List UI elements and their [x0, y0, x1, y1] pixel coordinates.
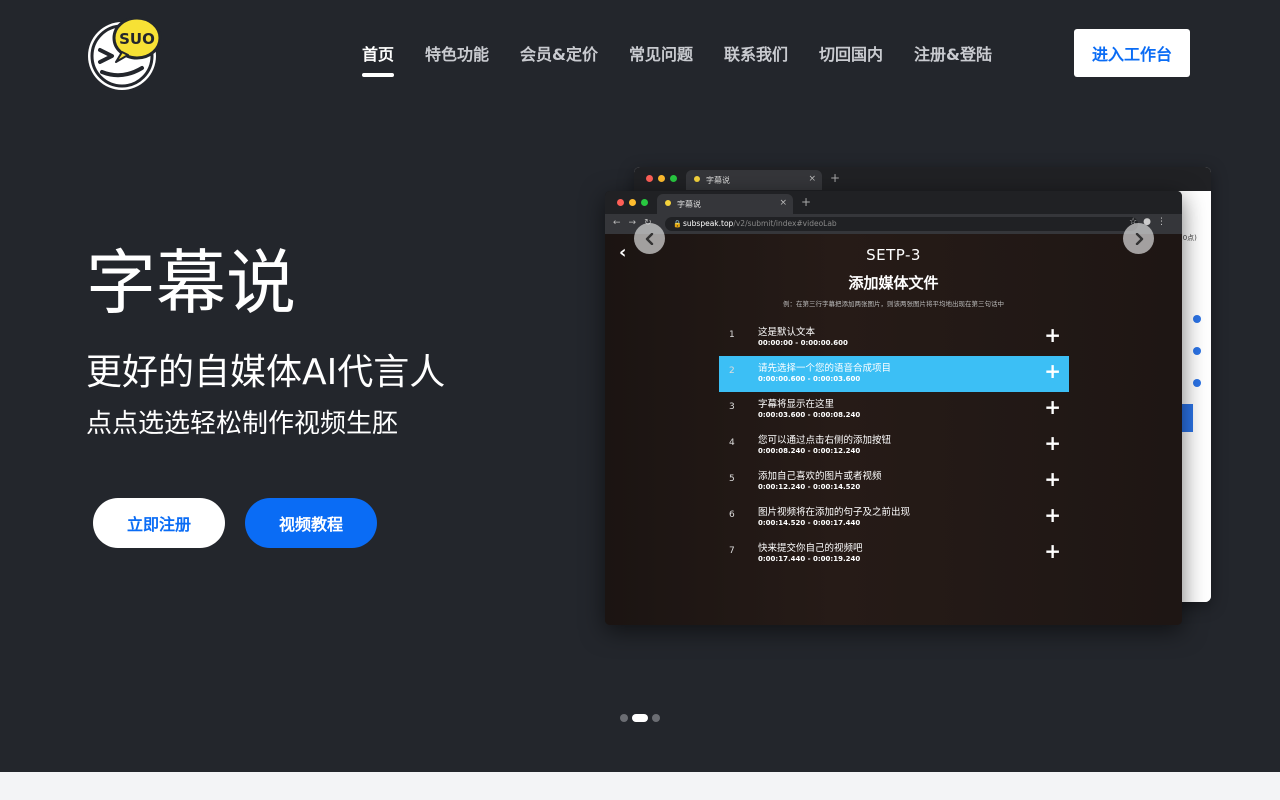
subtitle-index: 7 [729, 546, 735, 556]
back-blue-button [1181, 404, 1193, 432]
subtitle-time: 0:00:17.440 - 0:00:19.240 [758, 555, 861, 563]
subtitle-text: 您可以通过点击右侧的添加按钮 [758, 435, 892, 446]
carousel-dot[interactable] [632, 714, 648, 722]
address-bar: ←→↻ 🔒 subspeak.top/v2/submit/index#video… [605, 214, 1182, 234]
chevron-right-icon [1135, 232, 1143, 245]
close-dot-icon [646, 175, 653, 182]
subtitle-index: 3 [729, 402, 735, 412]
logo-text: SUO [119, 30, 155, 48]
subtitle-row: 5 添加自己喜欢的图片或者视频 0:00:12.240 - 0:00:14.520 + [719, 464, 1069, 500]
nav-item[interactable]: 常见问题 [629, 41, 693, 65]
subtitle-row: 3 字幕将显示在这里 0:00:03.600 - 0:00:08.240 + [719, 392, 1069, 428]
add-media-icon: + [1044, 539, 1061, 563]
subtitle-text: 添加自己喜欢的图片或者视频 [758, 471, 882, 482]
favicon-icon [694, 176, 700, 182]
step-content: ‹ SETP-3 添加媒体文件 例：在第三行字幕把添加两张图片，则该两张图片将平… [605, 234, 1182, 625]
browser-tab: 字幕说 × [657, 194, 793, 214]
add-media-icon: + [1044, 323, 1061, 347]
carousel-prev-button[interactable] [634, 223, 665, 254]
next-section-strip [0, 772, 1280, 800]
new-tab-icon: + [801, 195, 812, 209]
subtitle-text: 字幕将显示在这里 [758, 399, 835, 410]
subtitle-row: 2 请先选择一个您的语音合成项目 0:00:00.600 - 0:00:03.600… [719, 356, 1069, 392]
step-tip: 例：在第三行字幕把添加两张图片，则该两张图片将平均地出现在第三句话中 [783, 300, 1004, 308]
video-tutorial-button[interactable]: 视频教程 [245, 498, 377, 548]
hero-subtitle: 更好的自媒体AI代言人 [86, 352, 446, 393]
back-tab-bar: 字幕说 × + [634, 167, 1211, 191]
subtitle-time: 0:00:12.240 - 0:00:14.520 [758, 483, 861, 491]
close-tab-icon: × [779, 198, 787, 208]
nav-item[interactable]: 注册&登陆 [914, 41, 992, 65]
nav-item[interactable]: 联系我们 [724, 41, 788, 65]
minimize-dot-icon [629, 199, 636, 206]
subtitle-text: 图片视频将在添加的句子及之前出现 [758, 507, 911, 518]
subtitle-time: 00:00:00 - 0:00:00.600 [758, 339, 848, 347]
front-browser-screenshot: 字幕说 × + ←→↻ 🔒 subspeak.top/v2/submit/ind… [605, 191, 1182, 625]
step-label: SETP-3 [866, 246, 921, 264]
subtitle-text: 这是默认文本 [758, 327, 816, 338]
add-media-icon: + [1044, 503, 1061, 527]
logo[interactable]: SUO [86, 16, 162, 90]
subtitle-time: 0:00:03.600 - 0:00:08.240 [758, 411, 861, 419]
url-field: 🔒 subspeak.top/v2/submit/index#videoLab [665, 217, 1138, 231]
subtitle-text: 快来提交你自己的视频吧 [758, 543, 863, 554]
subtitle-row: 6 图片视频将在添加的句子及之前出现 0:00:14.520 - 0:00:17.4… [719, 500, 1069, 536]
carousel-dot[interactable] [652, 714, 660, 722]
back-browser-tab: 字幕说 × [686, 170, 822, 190]
url-host: subspeak.top [683, 219, 734, 228]
close-tab-icon: × [808, 174, 816, 184]
back-side-panel: 段(0点) [1173, 191, 1211, 602]
back-radio-icon [1193, 315, 1201, 323]
nav-item[interactable]: 首页 [362, 41, 395, 77]
subtitle-index: 5 [729, 474, 735, 484]
subtitle-time: 0:00:08.240 - 0:00:12.240 [758, 447, 861, 455]
subtitle-time: 0:00:14.520 - 0:00:17.440 [758, 519, 861, 527]
enter-workbench-button[interactable]: 进入工作台 [1074, 29, 1190, 77]
register-now-button[interactable]: 立即注册 [93, 498, 225, 548]
subtitle-index: 4 [729, 438, 735, 448]
carousel-next-button[interactable] [1123, 223, 1154, 254]
subtitle-row: 1 这是默认文本 00:00:00 - 0:00:00.600 + [719, 320, 1069, 356]
add-media-icon: + [1044, 431, 1061, 455]
chevron-left-icon [645, 232, 653, 245]
subtitle-text: 请先选择一个您的语音合成项目 [758, 363, 892, 374]
main-nav: 首页 特色功能 会员&定价 常见问题 联系我们 切回国内 注册&登陆 [362, 41, 992, 77]
maximize-dot-icon [670, 175, 677, 182]
nav-item[interactable]: 特色功能 [425, 41, 489, 65]
url-path: /v2/submit/index#videoLab [733, 219, 837, 228]
subtitle-index: 1 [729, 330, 735, 340]
hero-title: 字幕说 [86, 242, 296, 324]
close-dot-icon [617, 199, 624, 206]
subtitle-row: 4 您可以通过点击右侧的添加按钮 0:00:08.240 - 0:00:12.240… [719, 428, 1069, 464]
winking-face-logo-icon: SUO [88, 16, 162, 90]
subtitle-index: 2 [729, 366, 735, 376]
back-radio-icon [1193, 347, 1201, 355]
lock-icon: 🔒 [673, 220, 682, 228]
new-tab-icon: + [830, 171, 841, 185]
back-tab-title: 字幕说 [706, 176, 730, 185]
maximize-dot-icon [641, 199, 648, 206]
step-title: 添加媒体文件 [848, 274, 939, 292]
hero-tagline: 点点选选轻松制作视频生胚 [86, 409, 399, 439]
favicon-icon [665, 200, 671, 206]
subtitle-list: 1 这是默认文本 00:00:00 - 0:00:00.600 +2 请先选择一个您的语… [719, 320, 1069, 572]
tab-title: 字幕说 [677, 200, 701, 209]
minimize-dot-icon [658, 175, 665, 182]
subtitle-time: 0:00:00.600 - 0:00:03.600 [758, 375, 861, 383]
add-media-icon: + [1044, 395, 1061, 419]
subtitle-index: 6 [729, 510, 735, 520]
back-radio-icon [1193, 379, 1201, 387]
subtitle-row: 7 快来提交你自己的视频吧 0:00:17.440 - 0:00:19.240 + [719, 536, 1069, 572]
add-media-icon: + [1044, 467, 1061, 491]
nav-item[interactable]: 会员&定价 [520, 41, 598, 65]
add-media-icon: + [1044, 359, 1061, 383]
carousel-pager [620, 714, 660, 722]
carousel-dot[interactable] [620, 714, 628, 722]
tab-bar: 字幕说 × + [605, 191, 1182, 214]
nav-item[interactable]: 切回国内 [819, 41, 883, 65]
